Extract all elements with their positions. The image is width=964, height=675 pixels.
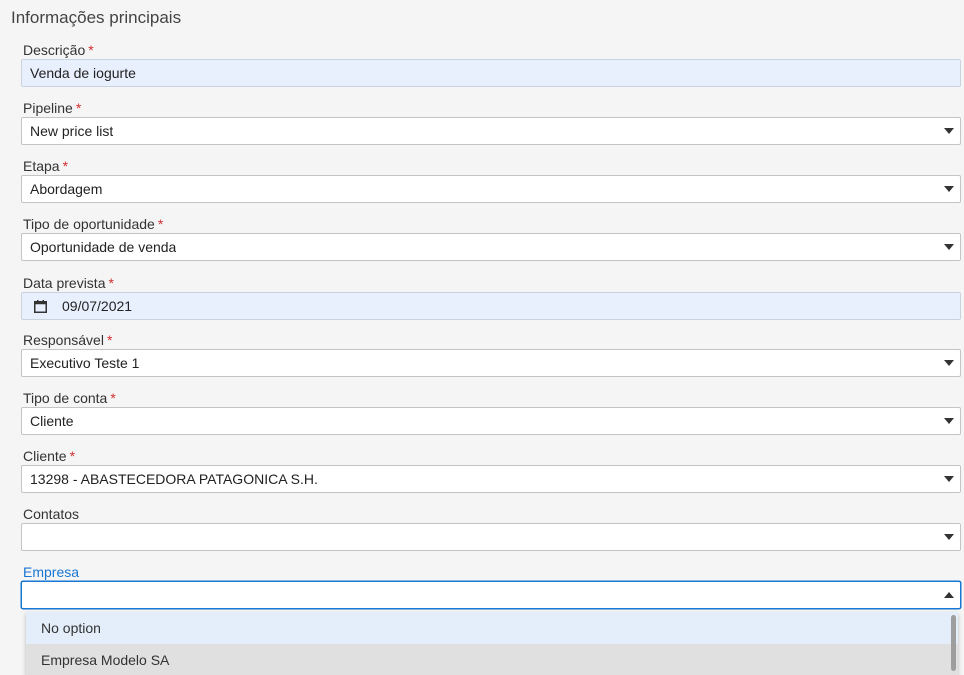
required-marker: * (106, 332, 113, 348)
tipo-oportunidade-select[interactable]: Oportunidade de venda (21, 233, 961, 261)
descricao-value: Venda de iogurte (30, 65, 136, 81)
etapa-label: Etapa * (23, 158, 69, 174)
responsavel-label: Responsável * (23, 332, 113, 348)
calendar-icon[interactable] (34, 299, 47, 313)
data-prevista-value: 09/07/2021 (62, 298, 133, 314)
contatos-select[interactable] (21, 523, 961, 551)
empresa-dropdown-list[interactable]: No option Empresa Modelo SA (26, 612, 958, 675)
chevron-down-icon[interactable] (944, 476, 954, 482)
etapa-select[interactable]: Abordagem (21, 175, 961, 203)
data-prevista-label: Data prevista * (23, 275, 114, 291)
dropdown-option-no-option[interactable]: No option (26, 612, 958, 644)
empresa-select[interactable] (21, 581, 961, 609)
section-title: Informações principais (11, 8, 182, 27)
cliente-label: Cliente * (23, 448, 76, 464)
contatos-label: Contatos (23, 506, 80, 522)
pipeline-label: Pipeline * (23, 100, 82, 116)
chevron-down-icon[interactable] (944, 128, 954, 134)
required-marker: * (157, 216, 164, 232)
chevron-down-icon[interactable] (944, 186, 954, 192)
chevron-up-icon[interactable] (944, 592, 954, 598)
descricao-input[interactable]: Venda de iogurte (21, 59, 961, 87)
pipeline-value: New price list (30, 123, 114, 139)
chevron-down-icon[interactable] (944, 244, 954, 250)
etapa-value: Abordagem (30, 181, 103, 197)
data-prevista-input[interactable]: 09/07/2021 (21, 292, 961, 320)
cliente-value: 13298 - ABASTECEDORA PATAGONICA S.H. (30, 471, 318, 487)
tipo-conta-label: Tipo de conta * (23, 390, 116, 406)
cliente-select[interactable]: 13298 - ABASTECEDORA PATAGONICA S.H. (21, 465, 961, 493)
required-marker: * (62, 158, 69, 174)
dropdown-option-empresa-modelo[interactable]: Empresa Modelo SA (26, 644, 958, 675)
required-marker: * (108, 275, 114, 291)
tipo-oportunidade-value: Oportunidade de venda (30, 239, 177, 255)
responsavel-select[interactable]: Executivo Teste 1 (21, 349, 961, 377)
pipeline-select[interactable]: New price list (21, 117, 961, 145)
required-marker: * (69, 448, 76, 464)
chevron-down-icon[interactable] (944, 360, 954, 366)
required-marker: * (75, 100, 82, 116)
responsavel-value: Executivo Teste 1 (30, 355, 140, 371)
tipo-oportunidade-label: Tipo de oportunidade * (23, 216, 164, 232)
required-marker: * (88, 42, 94, 58)
dropdown-scrollbar[interactable] (951, 615, 956, 671)
tipo-conta-value: Cliente (30, 413, 74, 429)
chevron-down-icon[interactable] (944, 418, 954, 424)
chevron-down-icon[interactable] (944, 534, 954, 540)
tipo-conta-select[interactable]: Cliente (21, 407, 961, 435)
empresa-label: Empresa (23, 564, 80, 580)
required-marker: * (110, 390, 116, 406)
descricao-label: Descrição * (23, 42, 94, 58)
